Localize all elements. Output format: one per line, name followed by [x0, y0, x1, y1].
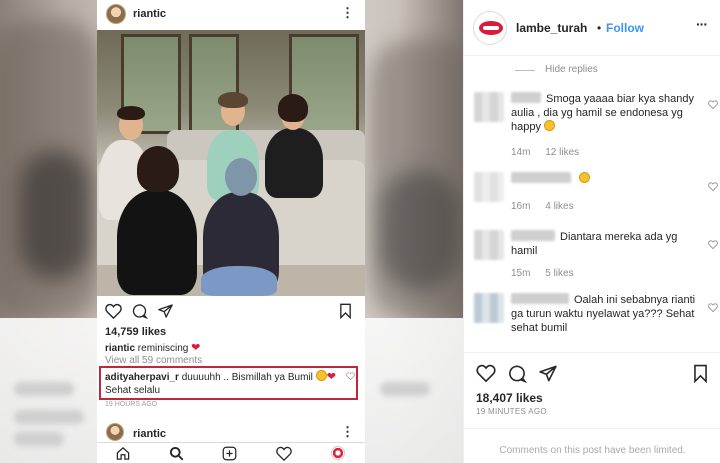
- comment-meta: 16m 4 likes: [511, 201, 586, 212]
- post-actions: [97, 300, 365, 326]
- post-photo[interactable]: [97, 30, 365, 296]
- commenter-avatar-blurred[interactable]: [474, 92, 504, 122]
- follow-button[interactable]: Follow: [606, 21, 644, 35]
- replies-line: [515, 70, 535, 71]
- blur-text: [14, 382, 74, 396]
- person: [201, 266, 277, 296]
- more-icon[interactable]: ⋮: [341, 424, 354, 440]
- new-post-icon[interactable]: [222, 446, 237, 461]
- sidebar-actions: [464, 352, 720, 392]
- sidebar-likes[interactable]: 18,407 likes: [476, 391, 543, 405]
- post-sidebar: lambe_turah • Follow ··· Hide replies Sm…: [463, 0, 720, 463]
- commenter-avatar-blurred[interactable]: [474, 172, 504, 202]
- bookmark-icon[interactable]: [338, 303, 353, 319]
- post-username[interactable]: riantic: [133, 8, 166, 20]
- comment-likes[interactable]: 5 likes: [545, 268, 573, 279]
- post-timestamp: 19 hours ago: [105, 401, 158, 408]
- hide-replies-label: Hide replies: [545, 64, 598, 75]
- commenter-avatar-blurred[interactable]: [474, 293, 504, 323]
- comment-item: 16m 4 likes: [474, 172, 718, 212]
- person: [117, 190, 197, 295]
- sidebar-timestamp: 19 MINUTES AGO: [476, 407, 547, 416]
- lips-logo-teeth: [483, 26, 499, 30]
- blur-shape: [380, 170, 460, 290]
- blurred-background: riantic ⋮ 14,759 likes riantic reminisci…: [0, 0, 463, 463]
- comment-time: 14m: [511, 147, 531, 158]
- sidebar-header: lambe_turah • Follow ···: [464, 0, 720, 56]
- comment-item: Smoga yaaaa biar kya shandy aulia , dia …: [474, 92, 718, 158]
- comments-limited-notice: Comments on this post have been limited.: [464, 428, 720, 463]
- person-head: [225, 158, 257, 196]
- separator-dot: •: [597, 21, 602, 35]
- comment-body: [511, 172, 701, 186]
- caption-username[interactable]: riantic: [105, 343, 135, 354]
- comment-time: 16m: [511, 201, 531, 212]
- blur-text: [14, 432, 64, 446]
- person-hair: [117, 106, 145, 120]
- commenter-name-blurred[interactable]: [511, 230, 555, 241]
- comment-meta: 14m 12 likes: [511, 147, 591, 158]
- blur-text: [380, 382, 430, 396]
- comment-body: Oalah ini sebabnya rianti ga turun waktu…: [511, 293, 701, 335]
- comment-like-icon[interactable]: [708, 303, 718, 312]
- comment-icon[interactable]: [131, 303, 148, 319]
- commenter-name-blurred[interactable]: [511, 172, 571, 183]
- comment-item: Oalah ini sebabnya rianti ga turun waktu…: [474, 293, 718, 343]
- post-likes[interactable]: 14,759 likes: [105, 326, 166, 338]
- comment-body: Smoga yaaaa biar kya shandy aulia , dia …: [511, 92, 701, 134]
- post-caption: riantic reminiscing ❤: [105, 341, 200, 354]
- bookmark-icon[interactable]: [692, 364, 709, 383]
- blur-shape: [20, 150, 90, 280]
- comments-limited-text: Comments on this post have been limited.: [499, 445, 686, 456]
- heart-icon[interactable]: [476, 364, 496, 382]
- profile-avatar[interactable]: [106, 4, 126, 24]
- comment-like-icon[interactable]: [708, 240, 718, 249]
- home-icon[interactable]: [115, 446, 131, 461]
- post-header: riantic ⋮: [97, 0, 365, 30]
- comment-time: 15m: [511, 268, 531, 279]
- person-hair: [137, 146, 179, 192]
- profile-nav-avatar[interactable]: [331, 446, 345, 460]
- comment-like-icon[interactable]: [708, 100, 718, 109]
- caption-text: reminiscing: [137, 343, 189, 354]
- red-heart-emoji: ❤: [191, 342, 201, 354]
- more-options-icon[interactable]: ···: [696, 16, 708, 32]
- heart-icon[interactable]: [105, 303, 122, 319]
- comment-like-icon[interactable]: [708, 182, 718, 191]
- commenter-name-blurred[interactable]: [511, 293, 569, 304]
- share-icon[interactable]: [157, 303, 174, 319]
- profile-avatar[interactable]: [106, 423, 124, 441]
- person: [265, 128, 323, 198]
- share-icon[interactable]: [538, 364, 558, 383]
- comment-body: Diantara mereka ada yg hamil: [511, 230, 701, 258]
- comment-likes[interactable]: 4 likes: [545, 201, 573, 212]
- more-icon[interactable]: ⋮: [341, 5, 354, 21]
- commenter-avatar-blurred[interactable]: [474, 230, 504, 260]
- person-hair: [278, 94, 308, 122]
- sidebar-username[interactable]: lambe_turah: [516, 21, 587, 35]
- commenter-name-blurred[interactable]: [511, 92, 541, 103]
- view-all-comments-link[interactable]: View all 59 comments: [105, 355, 202, 366]
- blur-text: [14, 410, 84, 424]
- highlight-box: [99, 366, 358, 400]
- bottom-nav: [97, 442, 365, 463]
- next-post-header: riantic ⋮: [97, 422, 365, 442]
- comment-icon[interactable]: [507, 364, 527, 383]
- grin-emoji: [579, 172, 591, 183]
- comment-meta: 15m 5 likes: [511, 268, 586, 279]
- next-post-username[interactable]: riantic: [133, 428, 166, 440]
- comment-item: Diantara mereka ada yg hamil 15m 5 likes: [474, 230, 718, 280]
- person-hair: [218, 92, 248, 108]
- raised-hands-emoji: [544, 120, 556, 131]
- comment-likes[interactable]: 12 likes: [545, 147, 579, 158]
- activity-heart-icon[interactable]: [276, 446, 292, 461]
- search-icon[interactable]: [169, 446, 184, 461]
- lambe-turah-avatar[interactable]: [473, 11, 507, 45]
